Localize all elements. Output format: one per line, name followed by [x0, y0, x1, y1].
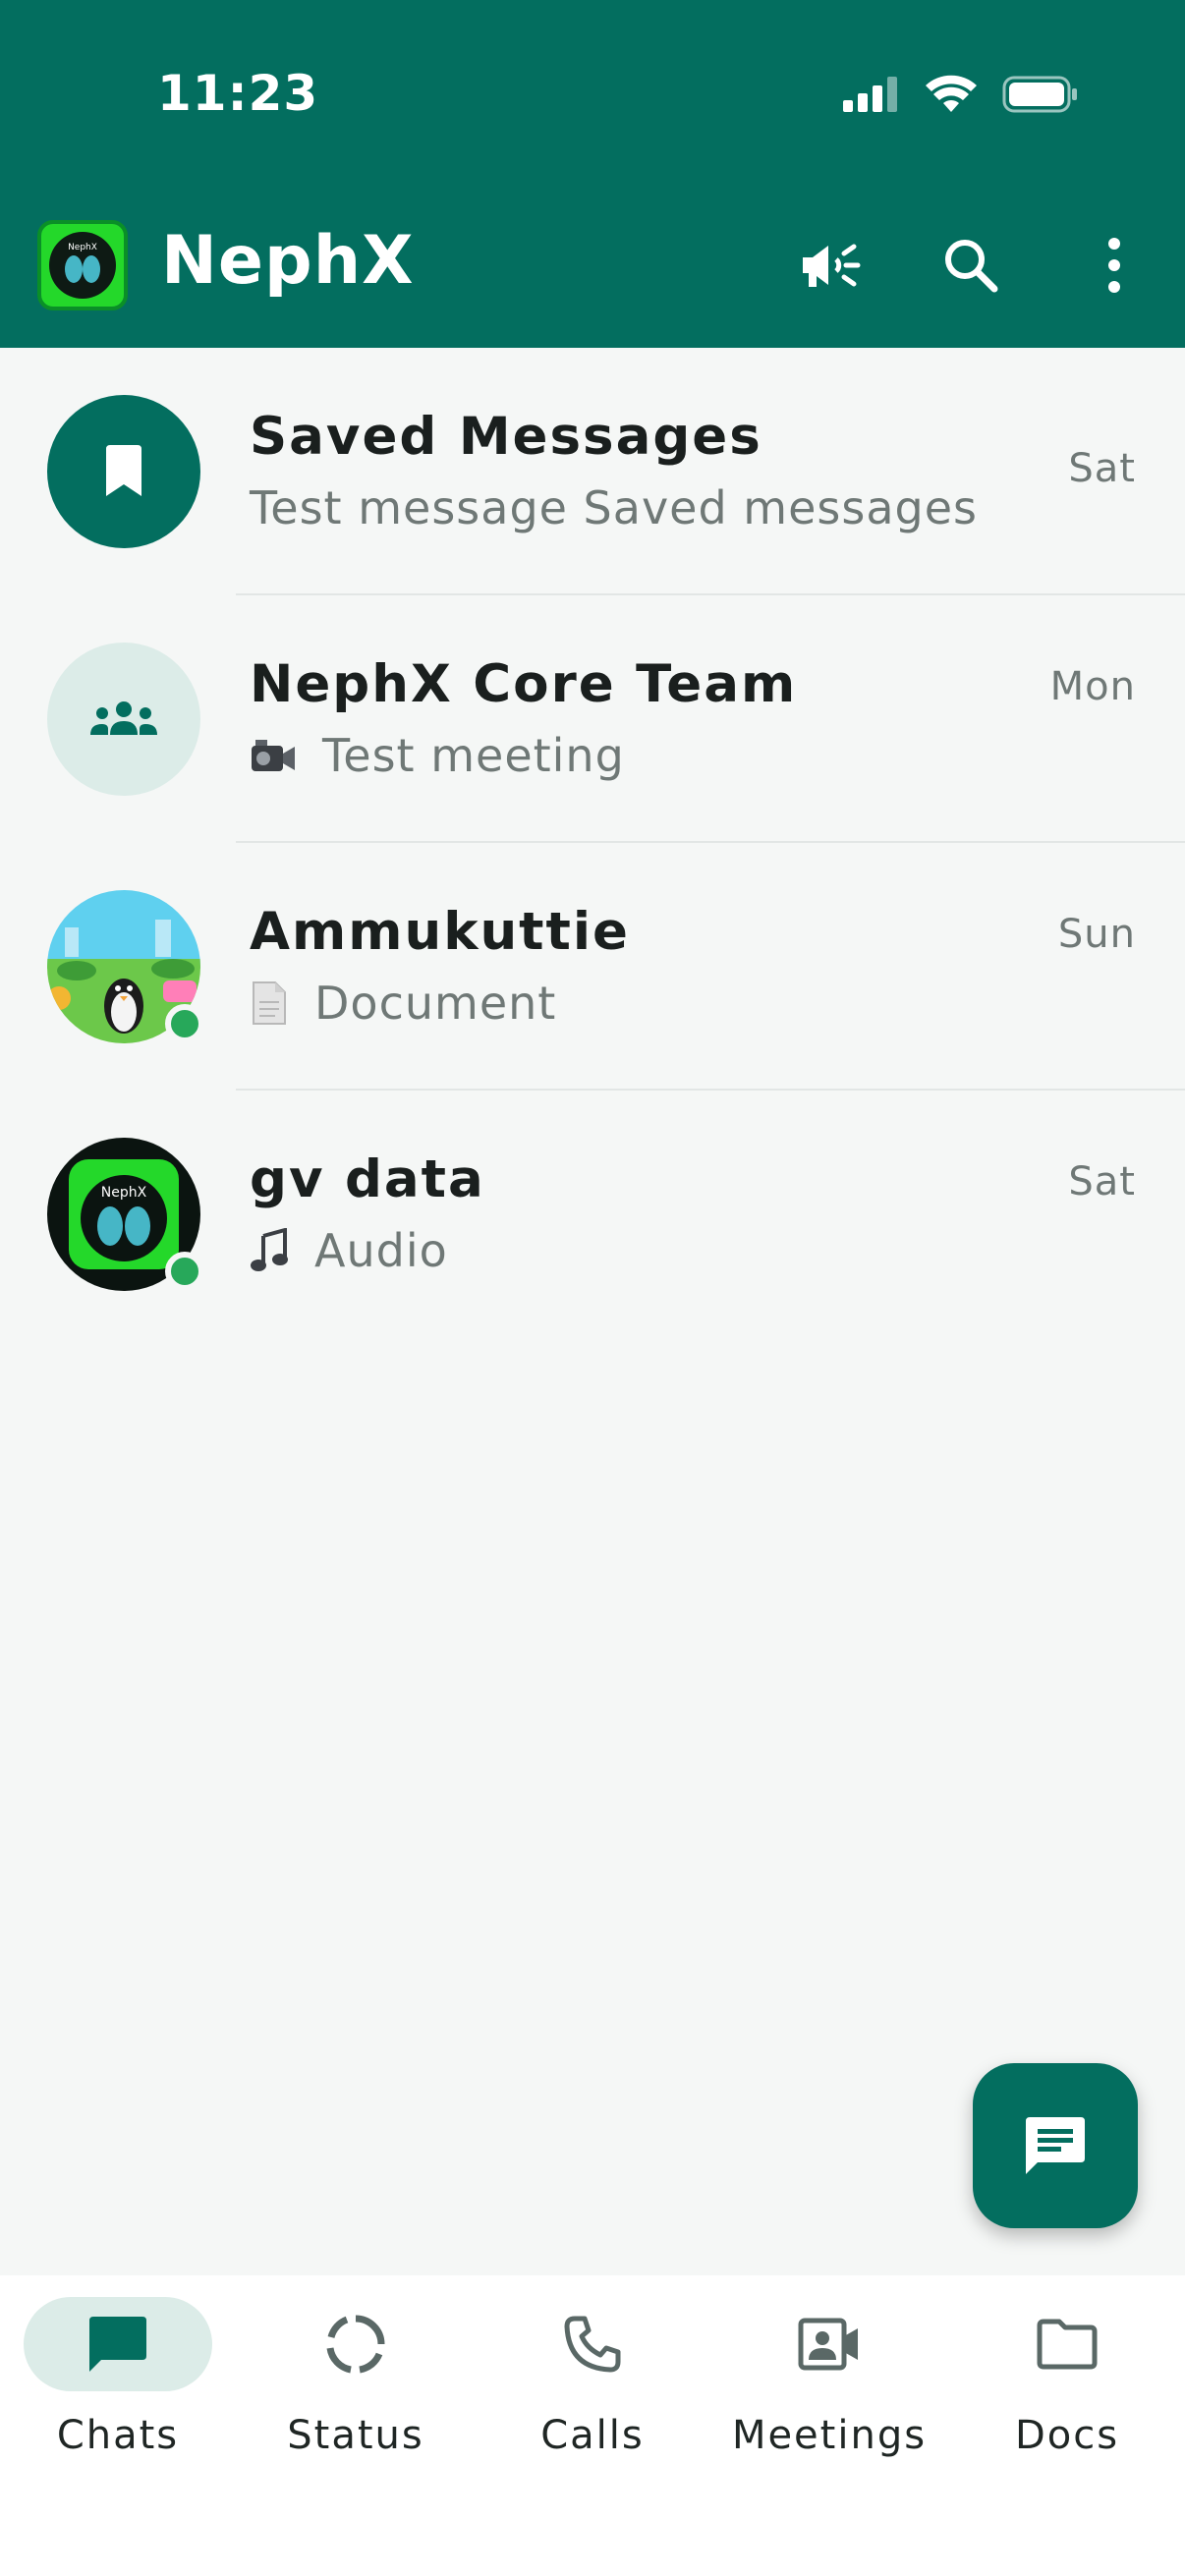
avatar: [47, 890, 204, 1043]
status-icons: [843, 75, 1079, 114]
nav-label: Status: [287, 2413, 424, 2458]
avatar: NephX: [47, 1138, 204, 1291]
chat-preview-text: Document: [314, 977, 557, 1030]
chat-time: Sun: [1057, 912, 1136, 957]
bottom-nav: Chats Status Calls Meetings Docs: [0, 2275, 1185, 2576]
app-title: NephX: [161, 222, 415, 300]
nav-chats[interactable]: Chats: [10, 2297, 226, 2493]
music-note-emoji: [251, 1228, 288, 1271]
new-chat-button[interactable]: [973, 2063, 1138, 2228]
chat-row-gv-data[interactable]: NephX gv data Audio Sat: [0, 1091, 1185, 1338]
avatar: [47, 395, 200, 548]
message-icon: [1026, 2117, 1085, 2174]
chat-icon: [89, 2317, 146, 2372]
chat-preview-text: Audio: [314, 1224, 448, 1277]
nav-pill: [24, 2297, 212, 2391]
chat-preview-text: Test meeting: [322, 729, 625, 782]
chat-name: NephX Core Team: [250, 654, 798, 714]
chat-list: Saved Messages Test message Saved messag…: [0, 348, 1185, 1338]
document-emoji: [253, 981, 286, 1025]
status-time: 11:23: [157, 65, 319, 122]
online-indicator: [165, 1004, 204, 1043]
app-logo[interactable]: NephX: [37, 220, 128, 310]
chat-name: Saved Messages: [250, 407, 762, 467]
app-header: 11:23 NephX NephX: [0, 0, 1185, 348]
folder-icon: [1037, 2319, 1098, 2370]
chat-name: gv data: [250, 1149, 485, 1209]
chat-row-saved-messages[interactable]: Saved Messages Test message Saved messag…: [0, 348, 1185, 595]
nav-pill: [735, 2297, 924, 2391]
more-options-button[interactable]: [1073, 224, 1156, 307]
wifi-icon: [926, 75, 977, 112]
chat-row-nephx-core-team[interactable]: NephX Core Team Test meeting Mon: [0, 595, 1185, 843]
search-button[interactable]: [930, 224, 1012, 307]
nav-pill: [261, 2297, 450, 2391]
nav-label: Calls: [540, 2413, 645, 2458]
chat-time: Sat: [1068, 446, 1136, 491]
online-indicator: [165, 1252, 204, 1291]
battery-icon: [1002, 76, 1077, 113]
status-ring-icon: [326, 2315, 385, 2374]
bookmark-icon: [106, 445, 141, 496]
chat-time: Sat: [1068, 1159, 1136, 1204]
nav-label: Meetings: [731, 2413, 928, 2458]
nav-pill: [973, 2297, 1161, 2391]
video-contact-icon: [798, 2318, 858, 2371]
nav-docs[interactable]: Docs: [959, 2297, 1175, 2493]
chat-preview: Document: [250, 977, 556, 1030]
chat-row-ammukuttie[interactable]: Ammukuttie Document Sun: [0, 843, 1185, 1091]
nav-label: Chats: [56, 2413, 180, 2458]
svg-text:NephX: NephX: [68, 243, 97, 252]
nav-status[interactable]: Status: [248, 2297, 464, 2493]
video-camera-emoji: [252, 740, 295, 771]
more-vert-icon: [1108, 238, 1120, 293]
chat-preview: Test message Saved messages: [250, 481, 978, 534]
broadcast-button[interactable]: [790, 224, 873, 307]
nav-pill: [498, 2297, 687, 2391]
avatar: [47, 643, 200, 796]
chat-preview: Test meeting: [250, 729, 625, 782]
search-icon: [945, 240, 998, 293]
chat-name: Ammukuttie: [250, 902, 630, 962]
chat-time: Mon: [1049, 664, 1136, 709]
nav-calls[interactable]: Calls: [484, 2297, 701, 2493]
chat-preview: Audio: [250, 1224, 448, 1277]
megaphone-icon: [803, 244, 861, 287]
svg-text:NephX: NephX: [101, 1185, 147, 1201]
chat-preview-text: Test message Saved messages: [250, 481, 978, 534]
signal-icon: [843, 77, 897, 112]
nav-meetings[interactable]: Meetings: [721, 2297, 937, 2493]
phone-icon: [564, 2316, 621, 2373]
nephx-logo-icon: NephX: [49, 232, 116, 299]
nav-label: Docs: [1014, 2413, 1120, 2458]
group-icon: [90, 701, 157, 735]
